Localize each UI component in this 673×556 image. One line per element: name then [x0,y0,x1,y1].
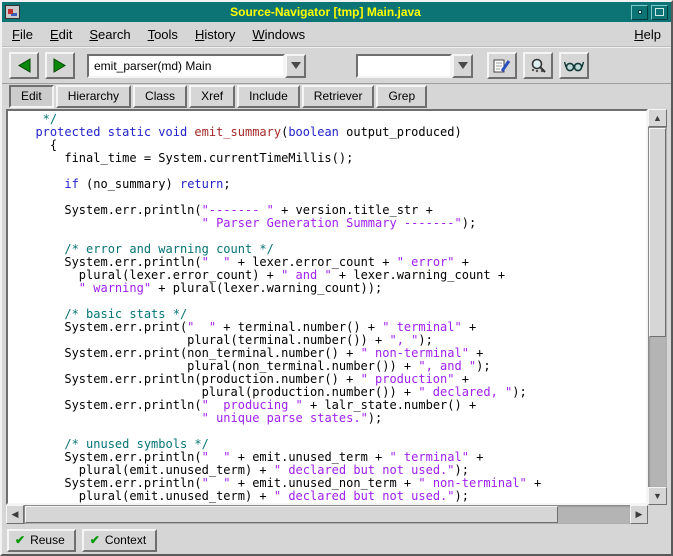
tab-grep[interactable]: Grep [376,85,427,108]
scroll-right-button[interactable]: ▶ [630,505,648,524]
window-title: Source-Navigator [tmp] Main.java [23,5,628,19]
checkmark-icon: ✔ [15,535,25,545]
forward-arrow-icon [52,58,68,73]
minimize-icon [638,10,642,14]
scroll-left-button[interactable]: ◀ [6,505,24,524]
app-icon[interactable] [5,5,20,19]
code-line: " warning" + plural(lexer.warning_count)… [21,282,646,295]
code-line: if (no_summary) return; [21,178,646,191]
menu-file[interactable]: File [12,27,33,42]
tab-class[interactable]: Class [133,85,187,108]
symbol-combobox: emit_parser(md) Main [87,54,306,78]
horizontal-scroll-trough[interactable] [24,505,630,524]
scroll-up-button[interactable]: ▲ [648,109,667,127]
search-icon [529,58,547,74]
toggle-label: Reuse [30,533,65,547]
symbol-combo-field[interactable]: emit_parser(md) Main [87,54,285,78]
menu-windows[interactable]: Windows [252,27,305,42]
chevron-down-icon [458,62,468,69]
navigate-forward-button[interactable] [45,52,75,79]
editor-area: */ protected static void emit_summary(bo… [6,109,667,524]
statusbar: ✔ Reuse ✔ Context [2,526,671,554]
maximize-button[interactable] [651,5,668,20]
code-line: " Parser Generation Summary -------"); [21,217,646,230]
menu-help[interactable]: Help [634,27,661,42]
code-editor[interactable]: */ protected static void emit_summary(bo… [6,109,648,505]
search-combo-dropdown-button[interactable] [452,54,473,78]
context-toggle[interactable]: ✔ Context [82,529,157,552]
toolbar: emit_parser(md) Main [2,47,671,84]
search-combo-field[interactable] [356,54,452,78]
titlebar: Source-Navigator [tmp] Main.java [2,2,671,22]
minimize-button[interactable] [631,5,648,20]
menu-edit[interactable]: Edit [50,27,72,42]
scroll-down-button[interactable]: ▼ [648,487,667,505]
code-line: final_time = System.currentTimeMillis(); [21,152,646,165]
tab-include[interactable]: Include [237,85,300,108]
app-window: Source-Navigator [tmp] Main.java File Edi… [0,0,673,556]
symbol-search-button[interactable] [523,52,553,79]
search-combobox [356,54,473,78]
editor-button[interactable] [487,52,517,79]
vertical-scroll-thumb[interactable] [649,128,666,337]
checkmark-icon: ✔ [90,535,100,545]
menu-history[interactable]: History [195,27,235,42]
code-line: plural(emit.unused_term) + " declared bu… [21,490,646,503]
vertical-scroll-trough[interactable] [648,127,667,487]
back-arrow-icon [16,58,32,73]
symbol-combo-dropdown-button[interactable] [285,54,306,78]
tab-edit[interactable]: Edit [9,85,54,108]
menu-search[interactable]: Search [89,27,130,42]
reuse-toggle[interactable]: ✔ Reuse [7,529,76,552]
code-line: protected static void emit_summary(boole… [21,126,646,139]
menu-tools[interactable]: Tools [148,27,178,42]
tab-hierarchy[interactable]: Hierarchy [56,85,131,108]
tab-retriever[interactable]: Retriever [302,85,375,108]
maximize-icon [655,8,664,16]
retriever-button[interactable] [559,52,589,79]
glasses-icon [564,59,584,73]
chevron-down-icon [291,62,301,69]
toggle-label: Context [105,533,146,547]
editor-icon [493,58,511,74]
menubar: File Edit Search Tools History Windows Help [2,22,671,47]
view-tabbar: EditHierarchyClassXrefIncludeRetrieverGr… [2,84,671,108]
navigate-back-button[interactable] [9,52,39,79]
horizontal-scroll-thumb[interactable] [25,506,558,523]
scrollbar-corner [648,505,667,524]
code-line: " unique parse states."); [21,412,646,425]
tab-xref[interactable]: Xref [189,85,235,108]
vertical-scrollbar[interactable]: ▲ ▼ [648,109,667,505]
horizontal-scrollbar[interactable]: ◀ ▶ [6,505,648,524]
